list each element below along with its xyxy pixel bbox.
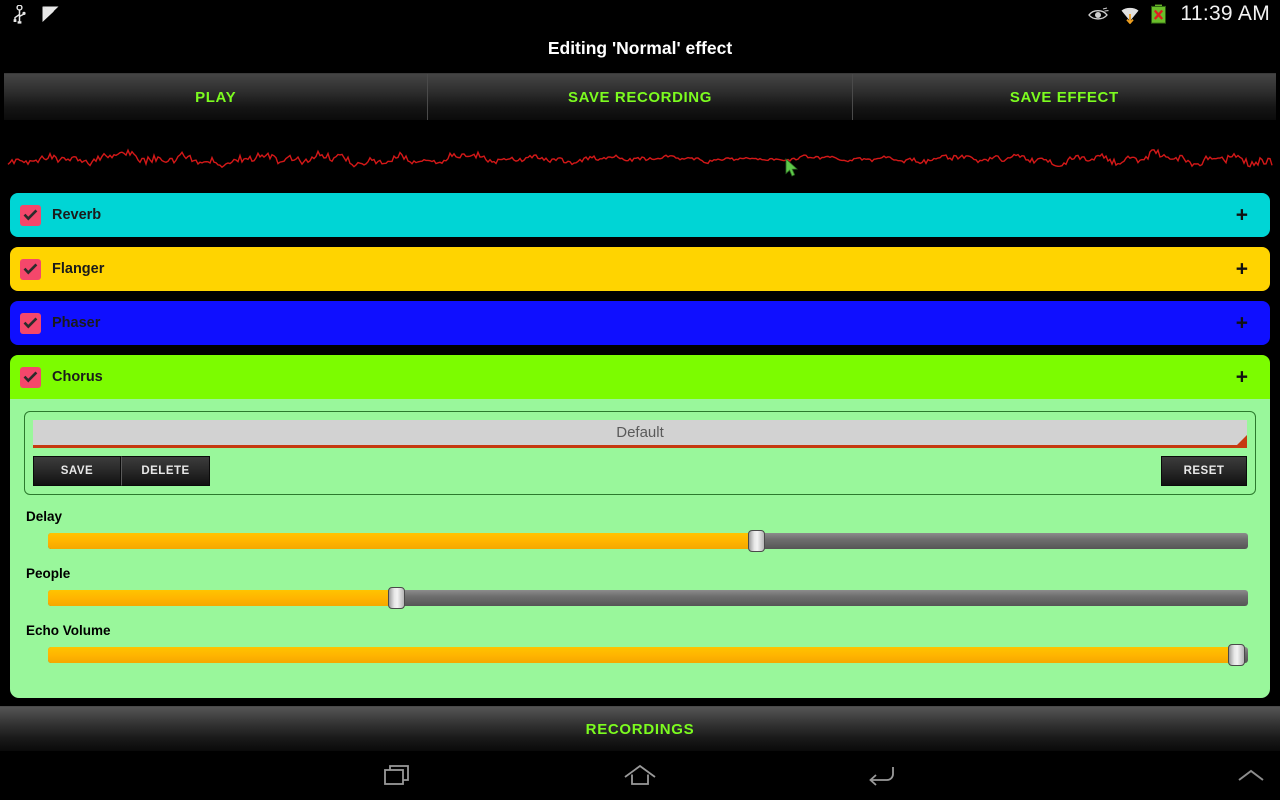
slider-block-delay: Delay (24, 509, 1256, 552)
chevron-up-icon[interactable] (1236, 767, 1266, 785)
slider-fill-people (48, 590, 396, 606)
slider-label-echo-volume: Echo Volume (26, 623, 111, 638)
status-clock: 11:39 AM (1180, 2, 1270, 25)
expand-plus-icon-flanger[interactable]: + (1236, 259, 1248, 280)
effect-row-phaser[interactable]: Phaser + (10, 301, 1270, 345)
preset-button-row: SAVE DELETE RESET (33, 456, 1247, 486)
effect-label-reverb: Reverb (52, 207, 102, 223)
preset-save-button[interactable]: SAVE (33, 456, 121, 486)
action-button-row: PLAY SAVE RECORDING SAVE EFFECT (4, 73, 1276, 121)
android-navigation-bar (0, 752, 1280, 800)
chorus-settings-panel: Default SAVE DELETE RESET Delay People E… (10, 399, 1270, 698)
preset-spinner-value: Default (616, 424, 664, 441)
page-title: Editing 'Normal' effect (547, 37, 733, 58)
effect-label-phaser: Phaser (52, 315, 101, 331)
expand-plus-icon-chorus[interactable]: + (1236, 367, 1248, 388)
effect-label-flanger: Flanger (52, 261, 105, 277)
expand-plus-icon-phaser[interactable]: + (1236, 313, 1248, 334)
recordings-button-label: RECORDINGS (585, 720, 695, 738)
effect-row-chorus[interactable]: Chorus + (10, 355, 1270, 399)
slider-people[interactable] (48, 587, 1248, 609)
slider-fill-delay (48, 533, 756, 549)
usb-icon (12, 4, 27, 24)
slider-label-people: People (26, 566, 71, 581)
slider-echo-volume[interactable] (48, 644, 1248, 666)
slider-thumb-echo-volume[interactable] (1228, 644, 1245, 666)
slider-delay[interactable] (48, 530, 1248, 552)
slider-block-people: People (24, 566, 1256, 609)
slider-block-echo-volume: Echo Volume (24, 623, 1256, 666)
effect-row-flanger[interactable]: Flanger + (10, 247, 1270, 291)
reverb-checkbox[interactable] (20, 204, 41, 226)
home-icon[interactable] (623, 763, 657, 789)
recent-apps-icon[interactable] (384, 763, 414, 789)
preset-controls-box: Default SAVE DELETE RESET (24, 411, 1256, 495)
play-button[interactable]: PLAY (4, 74, 428, 120)
slider-thumb-people[interactable] (388, 587, 405, 609)
status-bar-left-icons (12, 4, 61, 24)
recordings-button[interactable]: RECORDINGS (0, 706, 1280, 751)
effect-row-reverb[interactable]: Reverb + (10, 193, 1270, 237)
eye-icon (1088, 6, 1110, 22)
status-bar-right-icons: 11:39 AM (1088, 2, 1270, 26)
preset-reset-button[interactable]: RESET (1161, 456, 1247, 486)
back-icon[interactable] (866, 763, 896, 789)
waveform-path (7, 148, 1273, 169)
expand-plus-icon-reverb[interactable]: + (1236, 205, 1248, 226)
save-effect-button[interactable]: SAVE EFFECT (851, 74, 1276, 120)
preset-spinner[interactable]: Default (33, 420, 1247, 448)
phaser-checkbox[interactable] (20, 312, 41, 334)
effect-label-chorus: Chorus (52, 369, 103, 385)
dropdown-triangle-icon (1234, 435, 1247, 448)
pointer-cursor-icon (785, 158, 799, 183)
wifi-transfer-icon (1119, 4, 1141, 24)
app-title-bar: Editing 'Normal' effect (0, 28, 1280, 68)
chorus-checkbox[interactable] (20, 366, 41, 388)
slider-fill-echo-volume (48, 647, 1236, 663)
slider-label-delay: Delay (26, 509, 63, 524)
flanger-checkbox[interactable] (20, 258, 41, 280)
check-flag-icon (41, 5, 61, 24)
preset-delete-button[interactable]: DELETE (121, 456, 210, 486)
slider-thumb-delay[interactable] (748, 530, 765, 552)
status-bar: 11:39 AM (0, 0, 1280, 28)
save-recording-button[interactable]: SAVE RECORDING (427, 74, 852, 120)
battery-error-icon (1150, 4, 1167, 24)
waveform-display[interactable] (0, 125, 1280, 193)
preset-button-group: SAVE DELETE (33, 456, 210, 486)
effects-list: Reverb + Flanger + Phaser + Chorus + Def… (0, 193, 1280, 698)
